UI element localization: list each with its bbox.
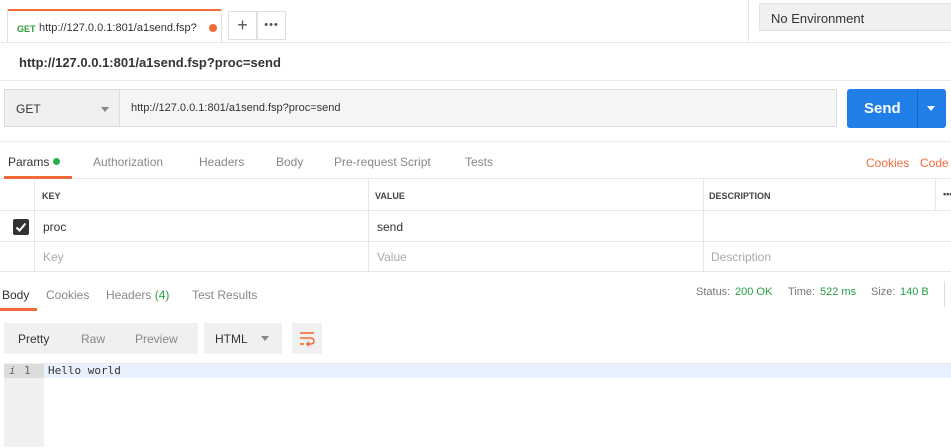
checkmark-icon: [15, 222, 27, 232]
code-link[interactable]: Code: [920, 156, 949, 170]
status-value: 200 OK: [735, 286, 773, 298]
time-label: Time:: [788, 286, 816, 298]
tab-options-button[interactable]: •••: [257, 11, 286, 40]
new-key-input[interactable]: Key: [43, 250, 64, 264]
tab-headers[interactable]: Headers: [199, 155, 244, 169]
param-key[interactable]: proc: [43, 220, 66, 234]
column-header-value: VALUE: [375, 191, 405, 201]
unsaved-changes-dot: [209, 24, 217, 32]
time-value: 522 ms: [820, 286, 857, 298]
active-subtab-indicator: [4, 176, 72, 179]
request-tab[interactable]: GET http://127.0.0.1:801/a1send.fsp?: [7, 9, 222, 42]
more-options-icon: •••: [264, 19, 279, 31]
format-value: HTML: [215, 332, 248, 346]
status-label: Status:: [696, 286, 731, 298]
response-tab-headers[interactable]: Headers (4): [106, 288, 169, 302]
info-icon: i: [9, 364, 16, 377]
request-tab-method: GET: [17, 24, 36, 34]
chevron-down-icon: [101, 107, 109, 112]
wrap-lines-button[interactable]: [292, 323, 322, 354]
view-raw[interactable]: Raw: [81, 332, 105, 346]
request-subtabs: Params Authorization Headers Body Pre-re…: [0, 141, 951, 179]
column-header-description: DESCRIPTION: [709, 191, 771, 201]
new-value-input[interactable]: Value: [377, 250, 407, 264]
size-label: Size:: [871, 286, 896, 298]
tab-authorization[interactable]: Authorization: [93, 155, 163, 169]
tab-body[interactable]: Body: [276, 155, 303, 169]
environment-selector[interactable]: No Environment: [759, 3, 951, 31]
view-preview[interactable]: Preview: [135, 332, 178, 346]
tab-params-label: Params: [8, 155, 50, 169]
active-response-tab-indicator: [0, 308, 37, 311]
column-options-icon[interactable]: •••: [943, 189, 951, 199]
method-select[interactable]: GET: [4, 89, 120, 127]
line-number: 1: [24, 364, 31, 377]
tab-params[interactable]: Params: [8, 155, 61, 169]
active-line-highlight: [44, 364, 951, 378]
cookies-link[interactable]: Cookies: [866, 156, 909, 170]
param-enabled-checkbox[interactable]: [13, 219, 29, 235]
active-tab-indicator: [8, 9, 221, 11]
new-tab-button[interactable]: +: [228, 11, 257, 40]
format-select[interactable]: HTML: [204, 323, 282, 354]
method-value: GET: [16, 102, 41, 116]
params-table: KEY VALUE DESCRIPTION ••• proc send Key …: [0, 180, 951, 272]
response-tab-test-results[interactable]: Test Results: [192, 288, 257, 302]
divider: [944, 281, 945, 307]
response-tab-body[interactable]: Body: [2, 288, 29, 302]
size-value: 140 B: [900, 286, 929, 298]
wrap-lines-icon: [300, 332, 315, 347]
view-pretty[interactable]: Pretty: [18, 332, 49, 346]
param-value[interactable]: send: [377, 220, 403, 234]
tab-tests[interactable]: Tests: [465, 155, 493, 169]
chevron-down-icon: [261, 336, 269, 341]
new-description-input[interactable]: Description: [711, 250, 771, 264]
send-options-chevron-icon[interactable]: [927, 106, 935, 111]
tab-prerequest-script[interactable]: Pre-request Script: [334, 155, 431, 169]
column-header-key: KEY: [42, 191, 61, 201]
params-active-dot: [53, 158, 61, 165]
response-content: Hello world: [48, 364, 121, 377]
divider: [748, 0, 749, 42]
url-value: http://127.0.0.1:801/a1send.fsp?proc=sen…: [131, 102, 341, 114]
request-tab-url: http://127.0.0.1:801/a1send.fsp?: [39, 22, 197, 34]
divider: [0, 80, 951, 81]
plus-icon: +: [237, 15, 248, 35]
divider: [917, 89, 918, 128]
response-tab-cookies[interactable]: Cookies: [46, 288, 89, 302]
view-mode-toggle: Pretty Raw Preview: [4, 323, 198, 354]
send-button[interactable]: Send: [847, 89, 946, 128]
request-title: http://127.0.0.1:801/a1send.fsp?proc=sen…: [19, 55, 281, 70]
environment-label: No Environment: [771, 11, 865, 26]
url-input[interactable]: http://127.0.0.1:801/a1send.fsp?proc=sen…: [120, 89, 837, 127]
send-label: Send: [864, 100, 901, 117]
